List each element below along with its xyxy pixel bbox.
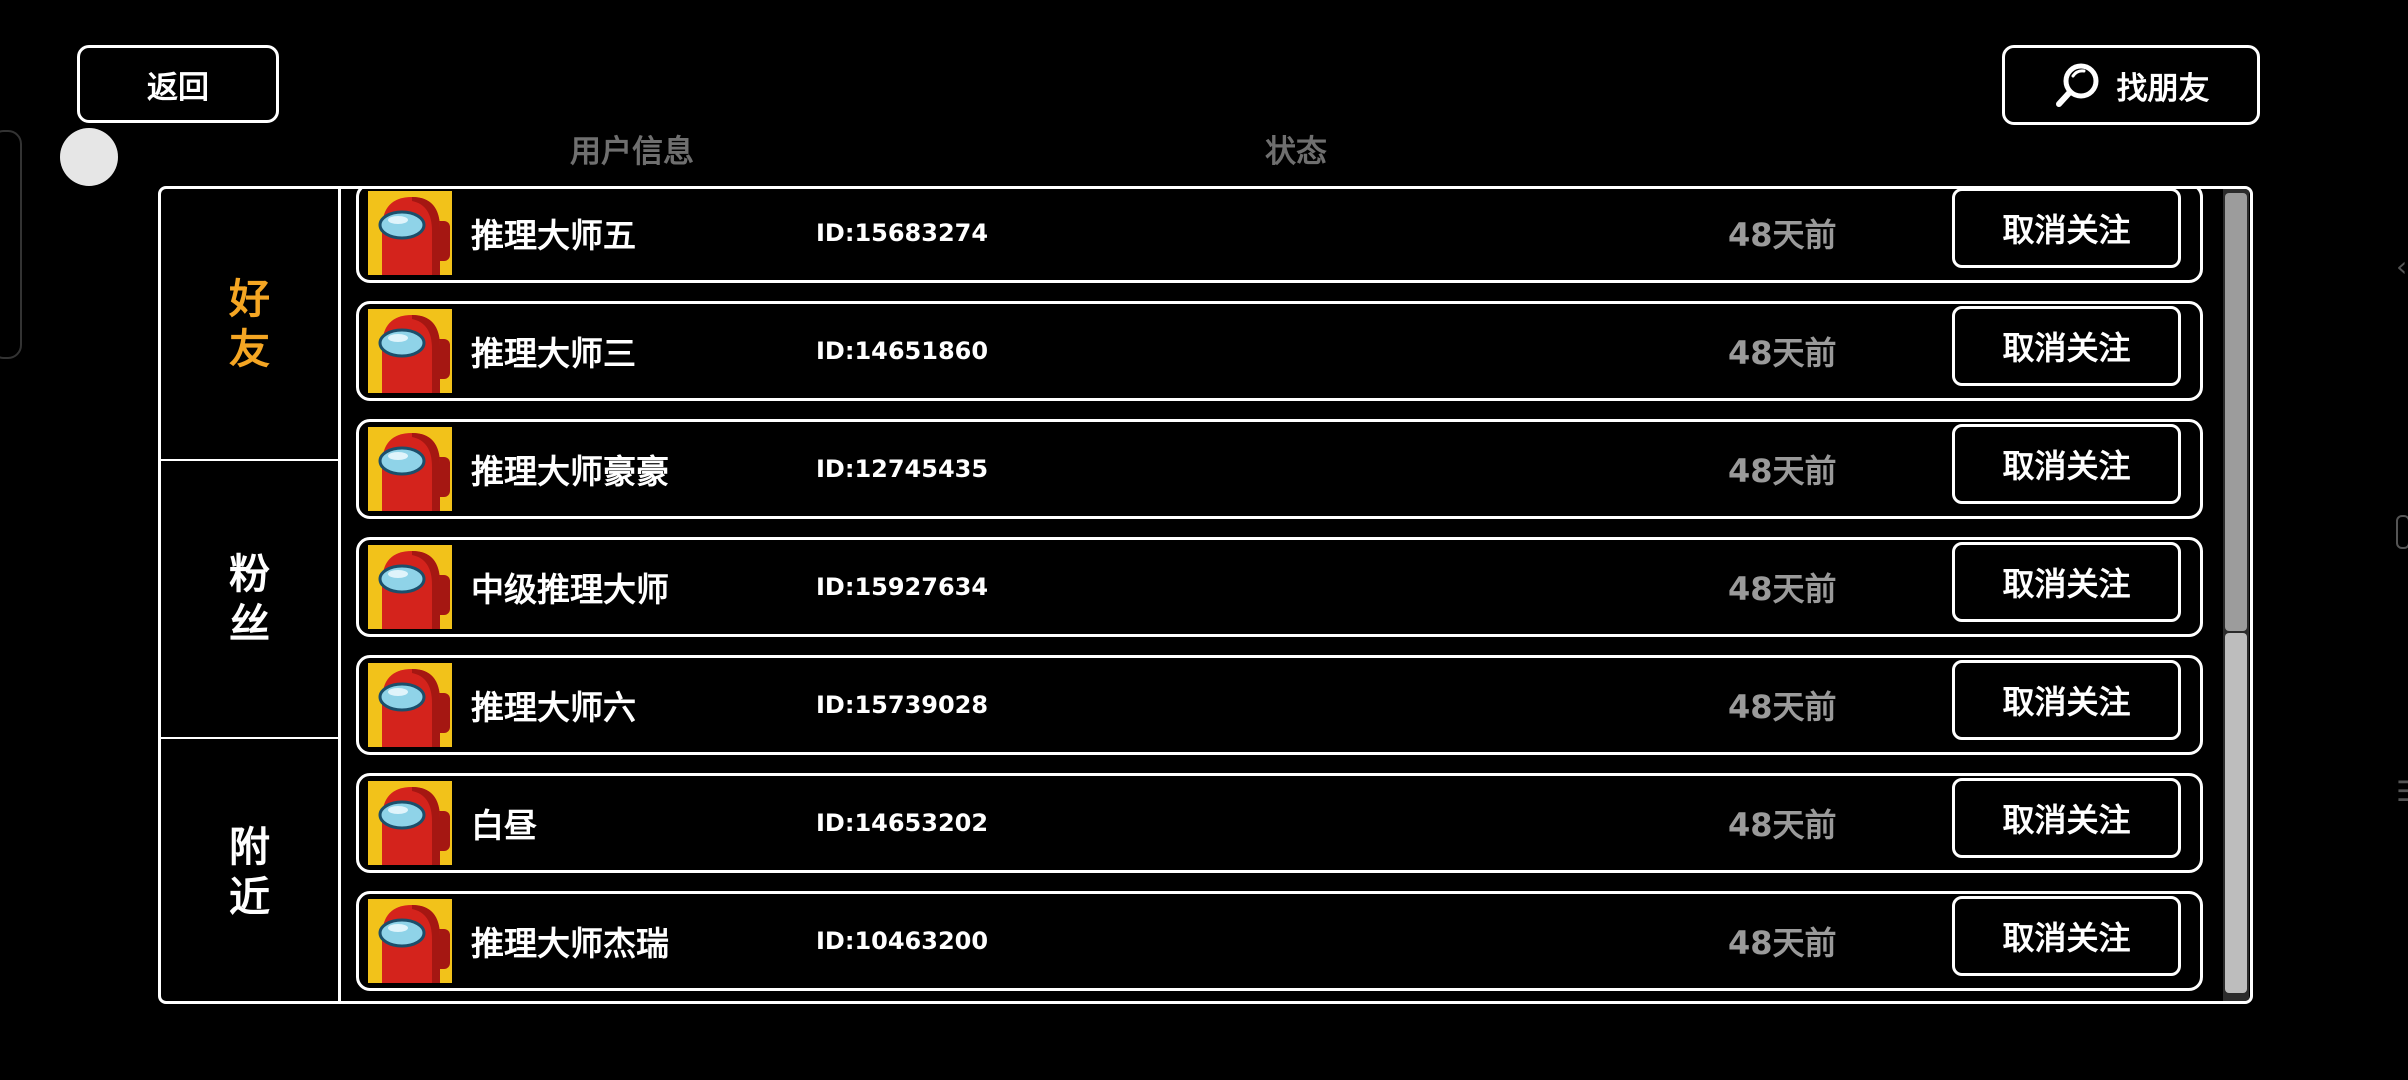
avatar[interactable] <box>368 309 452 393</box>
avatar[interactable] <box>368 781 452 865</box>
unfollow-button[interactable]: 取消关注 <box>1952 660 2181 740</box>
user-id: ID:10463200 <box>816 927 989 955</box>
category-tabs: 好友 粉丝 附近 <box>161 189 341 1001</box>
edge-handle <box>0 130 22 359</box>
friends-panel: 好友 粉丝 附近 推理大师五 ID:15683274 48天前 取消关注 推理大… <box>158 186 2253 1004</box>
avatar[interactable] <box>368 663 452 747</box>
unfollow-button[interactable]: 取消关注 <box>1952 778 2181 858</box>
column-header-user-info: 用户信息 <box>570 134 694 170</box>
user-name: 白昼 <box>471 806 537 845</box>
user-id: ID:14651860 <box>816 337 989 365</box>
tab-fans[interactable]: 粉丝 <box>161 459 338 739</box>
avatar[interactable] <box>368 427 452 511</box>
avatar[interactable] <box>368 545 452 629</box>
list-item: 推理大师豪豪 ID:12745435 48天前 取消关注 <box>356 419 2203 519</box>
list-item: 推理大师三 ID:14651860 48天前 取消关注 <box>356 301 2203 401</box>
unfollow-button[interactable]: 取消关注 <box>1952 424 2181 504</box>
edge-handle-icon <box>2396 515 2408 549</box>
unfollow-button[interactable]: 取消关注 <box>1952 542 2181 622</box>
friends-list[interactable]: 推理大师五 ID:15683274 48天前 取消关注 推理大师三 ID:146… <box>341 189 2221 1001</box>
user-name: 推理大师六 <box>471 688 636 727</box>
crewmate-icon <box>378 787 450 865</box>
crewmate-icon <box>378 197 450 275</box>
avatar[interactable] <box>368 899 452 983</box>
user-name: 推理大师豪豪 <box>471 452 669 491</box>
last-seen-status: 48天前 <box>1728 216 1837 254</box>
user-name: 推理大师杰瑞 <box>471 924 669 963</box>
list-item: 推理大师六 ID:15739028 48天前 取消关注 <box>356 655 2203 755</box>
crewmate-icon <box>378 551 450 629</box>
last-seen-status: 48天前 <box>1728 924 1837 962</box>
find-friends-button[interactable]: 找朋友 <box>2002 45 2260 125</box>
user-name: 中级推理大师 <box>471 570 669 609</box>
tab-nearby-label: 附近 <box>229 822 270 921</box>
user-id: ID:15683274 <box>816 219 989 247</box>
last-seen-status: 48天前 <box>1728 688 1837 726</box>
friends-screen: 返回 找朋友 用户信息 状态 好友 粉丝 附近 推理大师五 ID:1568327… <box>0 0 2408 1080</box>
back-button[interactable]: 返回 <box>77 45 279 123</box>
list-item: 白昼 ID:14653202 48天前 取消关注 <box>356 773 2203 873</box>
user-id: ID:15927634 <box>816 573 989 601</box>
avatar[interactable] <box>368 191 452 275</box>
last-seen-status: 48天前 <box>1728 334 1837 372</box>
crewmate-icon <box>378 905 450 983</box>
unfollow-button[interactable]: 取消关注 <box>1952 189 2181 268</box>
tab-nearby[interactable]: 附近 <box>161 739 338 1001</box>
user-id: ID:12745435 <box>816 455 989 483</box>
column-header-status: 状态 <box>1265 134 1327 170</box>
scrollbar-thumb[interactable] <box>2225 193 2247 631</box>
find-friends-label: 找朋友 <box>2116 70 2210 107</box>
user-id: ID:15739028 <box>816 691 989 719</box>
last-seen-status: 48天前 <box>1728 806 1837 844</box>
last-seen-status: 48天前 <box>1728 570 1837 608</box>
crewmate-icon <box>378 433 450 511</box>
user-name: 推理大师三 <box>471 334 636 373</box>
floating-assistive-dot[interactable] <box>60 128 118 186</box>
tab-fans-label: 粉丝 <box>229 550 270 648</box>
edge-menu-icon: ☰ <box>2396 775 2408 808</box>
user-name: 推理大师五 <box>471 216 636 255</box>
last-seen-status: 48天前 <box>1728 452 1837 490</box>
unfollow-button[interactable]: 取消关注 <box>1952 896 2181 976</box>
tab-friends-label: 好友 <box>229 275 270 373</box>
crewmate-icon <box>378 669 450 747</box>
user-id: ID:14653202 <box>816 809 989 837</box>
list-item: 推理大师五 ID:15683274 48天前 取消关注 <box>356 189 2203 283</box>
edge-chevron-icon: ‹ <box>2396 250 2408 283</box>
list-item: 推理大师杰瑞 ID:10463200 48天前 取消关注 <box>356 891 2203 991</box>
list-item: 中级推理大师 ID:15927634 48天前 取消关注 <box>356 537 2203 637</box>
tab-friends[interactable]: 好友 <box>161 189 338 459</box>
unfollow-button[interactable]: 取消关注 <box>1952 306 2181 386</box>
scrollbar-lower-segment <box>2225 633 2247 993</box>
crewmate-icon <box>378 315 450 393</box>
search-icon <box>2055 63 2098 107</box>
